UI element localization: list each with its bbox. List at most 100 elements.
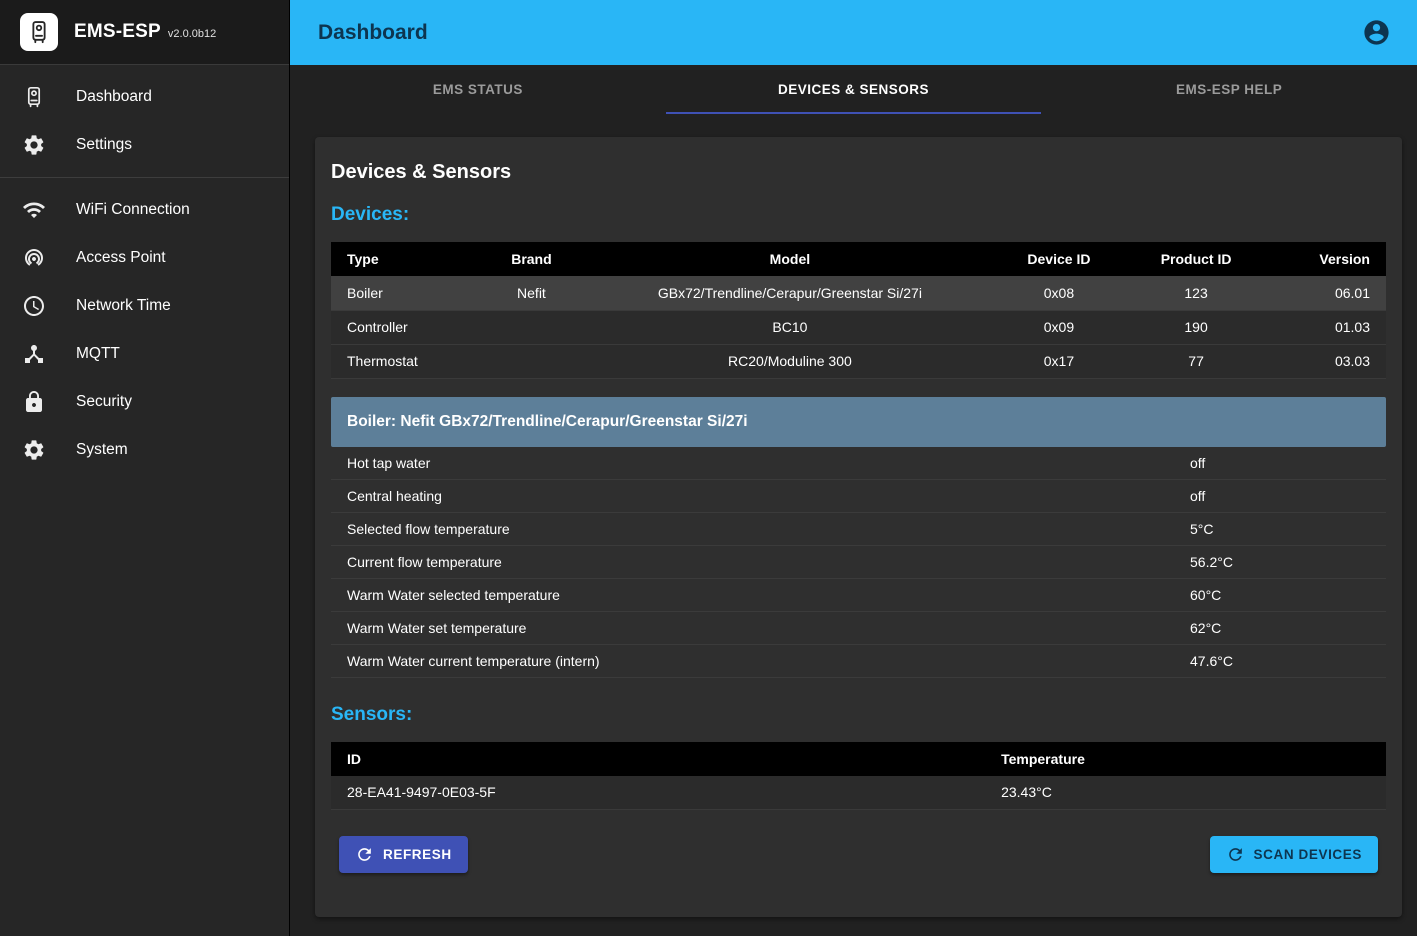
sensor-row: 28-EA41-9497-0E03-5F 23.43°C [331, 776, 1386, 810]
detail-row: Warm Water set temperature 62°C [331, 612, 1386, 645]
cell-model: RC20/Moduline 300 [605, 344, 974, 378]
detail-label: Central heating [347, 488, 1190, 504]
sidebar-item-system[interactable]: System [0, 426, 289, 474]
col-header-product-id: Product ID [1143, 242, 1249, 276]
detail-value: off [1190, 488, 1370, 504]
cell-model: GBx72/Trendline/Cerapur/Greenstar Si/27i [605, 276, 974, 310]
tab-devices-sensors[interactable]: DEVICES & SENSORS [666, 65, 1042, 114]
cell-brand [458, 344, 606, 378]
boiler-icon [22, 85, 46, 109]
lock-icon [22, 390, 46, 414]
wifi-icon [22, 198, 46, 222]
refresh-icon [1226, 845, 1245, 864]
sidebar-item-label: Security [76, 393, 132, 411]
sidebar-item-dashboard[interactable]: Dashboard [0, 73, 289, 121]
devices-sensors-card: Devices & Sensors Devices: Type Brand Mo… [315, 137, 1402, 917]
app-root: EMS-ESP v2.0.0b12 Dashboard Settings [0, 0, 1417, 936]
sidebar-item-label: Dashboard [76, 88, 152, 106]
account-icon [1362, 18, 1391, 47]
cell-model: BC10 [605, 310, 974, 344]
selected-device-banner: Boiler: Nefit GBx72/Trendline/Cerapur/Gr… [331, 397, 1386, 447]
page-title: Dashboard [318, 21, 428, 45]
sidebar-item-wifi-connection[interactable]: WiFi Connection [0, 186, 289, 234]
cell-sensor-id: 28-EA41-9497-0E03-5F [331, 776, 985, 810]
sensors-table-header-row: ID Temperature [331, 742, 1386, 776]
sidebar-item-settings[interactable]: Settings [0, 121, 289, 169]
col-header-device-id: Device ID [975, 242, 1144, 276]
sidebar-item-network-time[interactable]: Network Time [0, 282, 289, 330]
brand: EMS-ESP v2.0.0b12 [74, 21, 216, 43]
sidebar-item-label: WiFi Connection [76, 201, 190, 219]
device-row-boiler[interactable]: Boiler Nefit GBx72/Trendline/Cerapur/Gre… [331, 276, 1386, 310]
device-hub-icon [22, 342, 46, 366]
account-button[interactable] [1362, 18, 1391, 47]
sidebar-item-label: Network Time [76, 297, 171, 315]
detail-label: Hot tap water [347, 455, 1190, 471]
devices-heading: Devices: [331, 204, 1386, 226]
detail-row: Current flow temperature 56.2°C [331, 546, 1386, 579]
cell-device-id: 0x09 [975, 310, 1144, 344]
app-title: EMS-ESP [74, 21, 161, 43]
app-logo [20, 13, 58, 51]
actions-row: REFRESH SCAN DEVICES [331, 836, 1386, 873]
sidebar-item-security[interactable]: Security [0, 378, 289, 426]
detail-row: Selected flow temperature 5°C [331, 513, 1386, 546]
device-row-controller[interactable]: Controller BC10 0x09 190 01.03 [331, 310, 1386, 344]
card-title: Devices & Sensors [331, 161, 1386, 184]
refresh-button-label: REFRESH [383, 847, 452, 862]
detail-row: Warm Water selected temperature 60°C [331, 579, 1386, 612]
sidebar-item-label: System [76, 441, 128, 459]
sidebar-header: EMS-ESP v2.0.0b12 [0, 0, 289, 65]
detail-value: off [1190, 455, 1370, 471]
sensors-table: ID Temperature 28-EA41-9497-0E03-5F 23.4… [331, 742, 1386, 811]
cell-product-id: 123 [1143, 276, 1249, 310]
refresh-button[interactable]: REFRESH [339, 836, 468, 873]
sidebar-item-access-point[interactable]: Access Point [0, 234, 289, 282]
col-header-brand: Brand [458, 242, 606, 276]
tab-ems-esp-help[interactable]: EMS-ESP HELP [1041, 65, 1417, 114]
col-header-id: ID [331, 742, 985, 776]
cell-type: Controller [331, 310, 458, 344]
cell-type: Boiler [331, 276, 458, 310]
cell-product-id: 190 [1143, 310, 1249, 344]
cell-device-id: 0x17 [975, 344, 1144, 378]
sidebar-item-label: MQTT [76, 345, 120, 363]
scan-devices-button[interactable]: SCAN DEVICES [1210, 836, 1378, 873]
main-area: Dashboard EMS STATUS DEVICES & SENSORS E… [290, 0, 1417, 936]
cell-type: Thermostat [331, 344, 458, 378]
detail-label: Warm Water selected temperature [347, 587, 1190, 603]
cell-device-id: 0x08 [975, 276, 1144, 310]
sidebar: EMS-ESP v2.0.0b12 Dashboard Settings [0, 0, 290, 936]
detail-label: Warm Water current temperature (intern) [347, 653, 1190, 669]
detail-label: Current flow temperature [347, 554, 1190, 570]
cell-sensor-temperature: 23.43°C [985, 776, 1386, 810]
sidebar-divider [0, 177, 289, 178]
sidebar-item-label: Access Point [76, 249, 166, 267]
cell-version: 01.03 [1249, 310, 1386, 344]
cell-product-id: 77 [1143, 344, 1249, 378]
cell-brand: Nefit [458, 276, 606, 310]
detail-row: Central heating off [331, 480, 1386, 513]
device-details-list: Hot tap water off Central heating off Se… [331, 447, 1386, 678]
cell-brand [458, 310, 606, 344]
refresh-icon [355, 845, 374, 864]
detail-value: 5°C [1190, 521, 1370, 537]
gear-icon [22, 438, 46, 462]
detail-value: 56.2°C [1190, 554, 1370, 570]
content-scroll-area[interactable]: Devices & Sensors Devices: Type Brand Mo… [290, 114, 1417, 936]
detail-row: Warm Water current temperature (intern) … [331, 645, 1386, 678]
sensors-heading: Sensors: [331, 704, 1386, 726]
col-header-model: Model [605, 242, 974, 276]
tab-bar: EMS STATUS DEVICES & SENSORS EMS-ESP HEL… [290, 65, 1417, 114]
boiler-icon [26, 19, 52, 45]
appbar: Dashboard [290, 0, 1417, 65]
sidebar-item-label: Settings [76, 136, 132, 154]
detail-label: Warm Water set temperature [347, 620, 1190, 636]
scan-devices-button-label: SCAN DEVICES [1254, 847, 1362, 862]
device-row-thermostat[interactable]: Thermostat RC20/Moduline 300 0x17 77 03.… [331, 344, 1386, 378]
clock-icon [22, 294, 46, 318]
col-header-type: Type [331, 242, 458, 276]
sidebar-item-mqtt[interactable]: MQTT [0, 330, 289, 378]
tab-ems-status[interactable]: EMS STATUS [290, 65, 666, 114]
app-version: v2.0.0b12 [168, 28, 216, 40]
